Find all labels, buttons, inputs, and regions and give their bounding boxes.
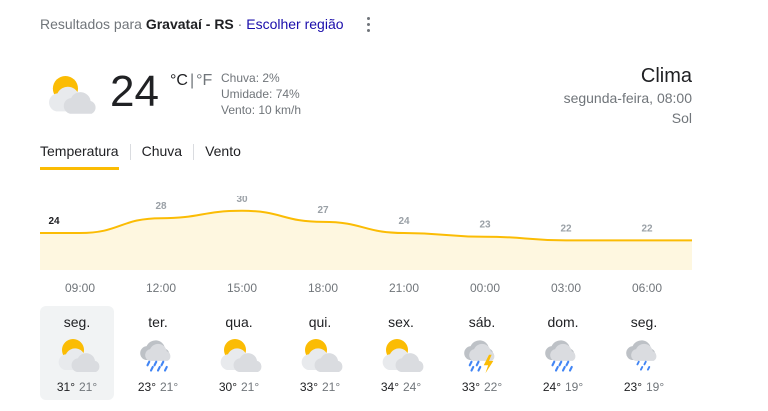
temperature-point-label: 24	[398, 216, 410, 227]
temperature-point-label: 28	[155, 201, 167, 212]
temperature-chart: 24 28 30 27 24 23 22 22	[40, 196, 692, 270]
weather-title: Clima	[640, 65, 692, 87]
day-forecast-item[interactable]: sex. 34° 24°	[364, 306, 438, 400]
day-temperatures: 33° 21°	[283, 380, 357, 394]
day-temperatures: 24° 19°	[526, 380, 600, 394]
day-forecast-item[interactable]: ter. 23° 21°	[121, 306, 195, 400]
weather-details: Chuva: 2% Umidade: 74% Vento: 10 km/h	[221, 70, 301, 118]
time-tick-label: 21:00	[388, 281, 420, 295]
day-forecast-item[interactable]: qui. 33° 21°	[283, 306, 357, 400]
daily-forecast: seg. 31° 21° ter. 23° 21° qua. 30° 21° qui. 33° 21°…	[40, 306, 692, 400]
choose-region-link[interactable]: Escolher região	[246, 16, 343, 32]
rain-icon	[539, 332, 587, 374]
day-low-temp: 19°	[565, 380, 584, 394]
day-forecast-item[interactable]: seg. 23° 19°	[607, 306, 681, 400]
weather-condition: Sol	[671, 110, 692, 126]
dot-icon	[366, 22, 370, 26]
day-high-temp: 33°	[461, 380, 480, 394]
day-name: sáb.	[468, 314, 496, 330]
tab-temperatura[interactable]: Temperatura	[40, 143, 119, 170]
region-separator: ·	[237, 16, 243, 32]
temperature-point-label: 24	[48, 216, 60, 227]
fahrenheit-toggle[interactable]: °F	[196, 72, 212, 89]
temperature-point-label: 22	[560, 223, 572, 234]
rain-chance: Chuva: 2%	[221, 71, 280, 85]
day-name: ter.	[148, 314, 168, 330]
wind-speed: Vento: 10 km/h	[221, 103, 302, 117]
day-high-temp: 23°	[623, 380, 642, 394]
day-low-temp: 21°	[160, 380, 179, 394]
partly-cloudy-sun-icon	[377, 332, 425, 374]
day-name: qua.	[225, 314, 253, 330]
day-high-temp: 23°	[137, 380, 156, 394]
dot-icon	[366, 28, 370, 32]
partly-cloudy-sun-icon	[296, 332, 344, 374]
time-tick-label: 15:00	[226, 281, 258, 295]
light-rain-icon	[620, 332, 668, 374]
day-forecast-item[interactable]: dom. 24° 19°	[526, 306, 600, 400]
day-temperatures: 31° 21°	[40, 380, 114, 394]
celsius-toggle[interactable]: °C	[170, 72, 188, 89]
tab-chuva[interactable]: Chuva	[142, 143, 182, 170]
thunderstorm-icon	[458, 332, 506, 374]
time-tick-label: 12:00	[145, 281, 177, 295]
day-low-temp: 21°	[241, 380, 260, 394]
day-forecast-item[interactable]: qua. 30° 21°	[202, 306, 276, 400]
day-forecast-item[interactable]: seg. 31° 21°	[40, 306, 114, 400]
weather-datetime: segunda-feira, 08:00	[563, 90, 692, 106]
partly-cloudy-sun-icon	[53, 332, 101, 374]
time-axis: 09:00 12:00 15:00 18:00 21:00 00:00 03:00 06:00	[40, 281, 692, 297]
temperature-point-label: 22	[641, 223, 653, 234]
time-tick-label: 06:00	[631, 281, 663, 295]
day-high-temp: 31°	[56, 380, 75, 394]
weather-summary: Clima segunda-feira, 08:00 Sol	[564, 64, 692, 128]
day-name: sex.	[388, 314, 414, 330]
day-temperatures: 34° 24°	[364, 380, 438, 394]
temperature-point-label: 27	[317, 205, 329, 216]
day-temperatures: 23° 19°	[607, 380, 681, 394]
time-tick-label: 18:00	[307, 281, 339, 295]
region-line: Resultados para Gravataí - RS · Escolher…	[40, 16, 344, 32]
tab-divider	[193, 143, 195, 160]
day-high-temp: 34°	[380, 380, 399, 394]
day-name: dom.	[547, 314, 579, 330]
day-high-temp: 24°	[542, 380, 561, 394]
day-name: qui.	[308, 314, 332, 330]
temperature-point-label: 23	[479, 220, 491, 231]
day-temperatures: 30° 21°	[202, 380, 276, 394]
day-low-temp: 24°	[403, 380, 422, 394]
humidity: Umidade: 74%	[221, 87, 300, 101]
tab-vento[interactable]: Vento	[205, 143, 241, 170]
time-tick-label: 03:00	[550, 281, 582, 295]
rain-icon	[134, 332, 182, 374]
results-prefix: Resultados para	[40, 16, 142, 32]
time-tick-label: 09:00	[64, 281, 96, 295]
dot-icon	[366, 16, 370, 20]
current-temperature: 24	[110, 67, 159, 116]
day-temperatures: 23° 21°	[121, 380, 195, 394]
day-name: seg.	[63, 314, 91, 330]
current-weather-icon	[38, 68, 102, 116]
partly-cloudy-sun-icon	[215, 332, 263, 374]
unit-switch: °C | °F	[170, 72, 212, 90]
day-temperatures: 33° 22°	[445, 380, 519, 394]
chart-tabs: Temperatura Chuva Vento	[40, 143, 241, 170]
day-high-temp: 30°	[218, 380, 237, 394]
day-high-temp: 33°	[299, 380, 318, 394]
temperature-point-label: 30	[236, 196, 248, 205]
day-low-temp: 21°	[322, 380, 341, 394]
time-tick-label: 00:00	[469, 281, 501, 295]
day-low-temp: 21°	[79, 380, 98, 394]
day-low-temp: 19°	[646, 380, 665, 394]
unit-separator: |	[189, 72, 195, 89]
day-forecast-item[interactable]: sáb. 33° 22°	[445, 306, 519, 400]
tab-divider	[129, 143, 131, 160]
day-name: seg.	[630, 314, 658, 330]
day-low-temp: 22°	[484, 380, 503, 394]
more-options-button[interactable]	[360, 14, 376, 34]
location-name: Gravataí - RS	[145, 16, 234, 32]
